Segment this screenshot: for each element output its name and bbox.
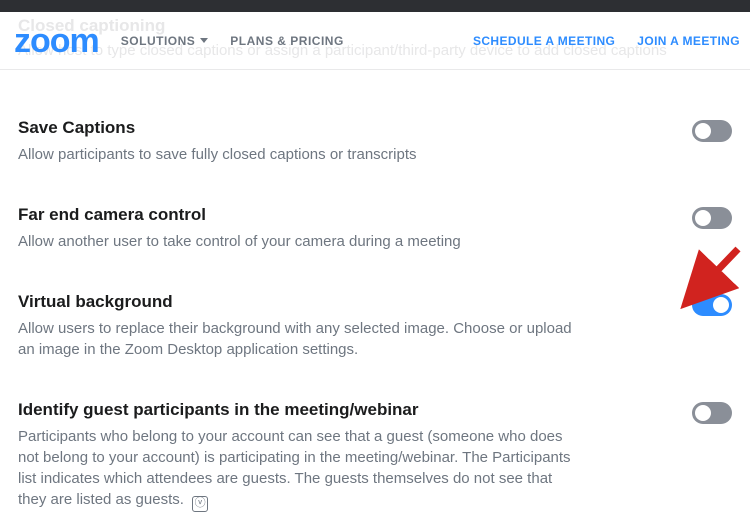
setting-text: Identify guest participants in the meeti… bbox=[18, 400, 578, 510]
setting-virtual-background: Virtual background Allow users to replac… bbox=[18, 274, 732, 382]
setting-desc: Allow another user to take control of yo… bbox=[18, 231, 461, 252]
nav-solutions-label: SOLUTIONS bbox=[121, 34, 196, 48]
toggle-far-end-camera[interactable] bbox=[692, 207, 732, 229]
setting-save-captions: Save Captions Allow participants to save… bbox=[18, 100, 732, 187]
window-chrome-strip bbox=[0, 0, 750, 12]
info-icon[interactable]: ⓥ bbox=[192, 496, 208, 512]
toggle-virtual-background[interactable] bbox=[692, 294, 732, 316]
setting-title: Identify guest participants in the meeti… bbox=[18, 400, 578, 420]
setting-title: Far end camera control bbox=[18, 205, 461, 225]
setting-text: Virtual background Allow users to replac… bbox=[18, 292, 578, 360]
chevron-down-icon bbox=[200, 38, 208, 43]
settings-list: Save Captions Allow participants to save… bbox=[0, 70, 750, 532]
setting-far-end-camera: Far end camera control Allow another use… bbox=[18, 187, 732, 274]
nav-right: SCHEDULE A MEETING JOIN A MEETING bbox=[473, 34, 740, 48]
setting-desc: Participants who belong to your account … bbox=[18, 426, 578, 510]
setting-desc: Allow participants to save fully closed … bbox=[18, 144, 417, 165]
toggle-save-captions[interactable] bbox=[692, 120, 732, 142]
nav-left: SOLUTIONS PLANS & PRICING bbox=[121, 34, 344, 48]
nav-join-meeting[interactable]: JOIN A MEETING bbox=[637, 34, 740, 48]
setting-text: Save Captions Allow participants to save… bbox=[18, 118, 417, 165]
toggle-knob bbox=[695, 405, 711, 421]
nav-plans-pricing[interactable]: PLANS & PRICING bbox=[230, 34, 344, 48]
toggle-knob bbox=[695, 210, 711, 226]
toggle-knob bbox=[713, 297, 729, 313]
toggle-knob bbox=[695, 123, 711, 139]
nav-schedule-meeting[interactable]: SCHEDULE A MEETING bbox=[473, 34, 615, 48]
setting-desc: Allow users to replace their background … bbox=[18, 318, 578, 360]
setting-title: Save Captions bbox=[18, 118, 417, 138]
setting-desc-text: Participants who belong to your account … bbox=[18, 428, 571, 508]
setting-identify-guests: Identify guest participants in the meeti… bbox=[18, 382, 732, 532]
setting-text: Far end camera control Allow another use… bbox=[18, 205, 461, 252]
toggle-identify-guests[interactable] bbox=[692, 402, 732, 424]
nav-solutions[interactable]: SOLUTIONS bbox=[121, 34, 209, 48]
zoom-logo[interactable]: zoom bbox=[14, 24, 99, 58]
setting-title: Virtual background bbox=[18, 292, 578, 312]
nav-plans-label: PLANS & PRICING bbox=[230, 34, 344, 48]
site-header: zoom SOLUTIONS PLANS & PRICING SCHEDULE … bbox=[0, 12, 750, 70]
